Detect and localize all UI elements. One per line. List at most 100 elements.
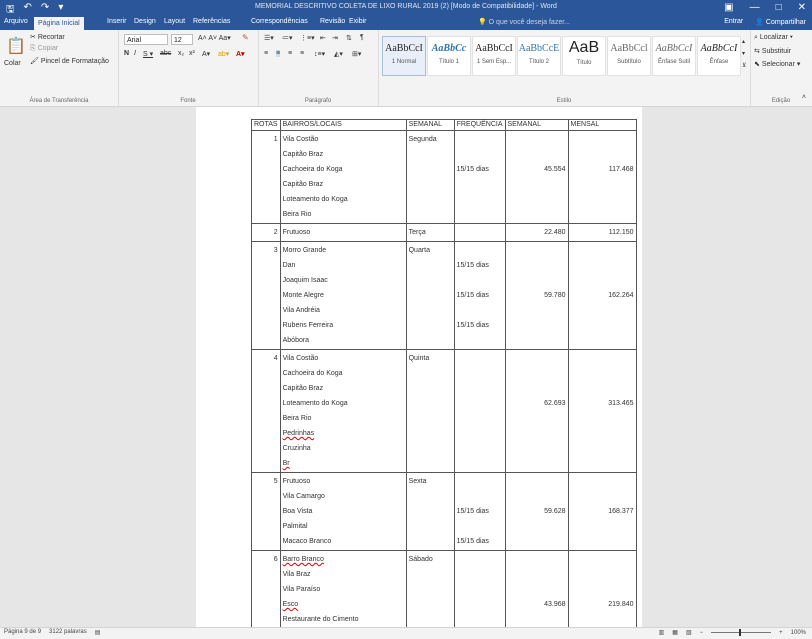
clear-formatting-icon[interactable]: ✎ <box>242 33 249 42</box>
align-center-icon[interactable]: ≡ <box>276 50 281 57</box>
bairro-item: Vila Paraíso <box>282 586 321 593</box>
frequencia-blank <box>457 177 503 192</box>
frequencia-blank <box>457 519 503 534</box>
font-size-select[interactable]: 12 <box>171 34 193 45</box>
strikethrough-button[interactable]: abc <box>160 50 171 57</box>
shading-icon[interactable]: ◭▾ <box>334 50 343 58</box>
styles-scroll-up-icon[interactable]: ▴ <box>742 38 745 45</box>
share-button[interactable]: 👤 Compartilhar <box>755 18 806 26</box>
tab-exibir[interactable]: Exibir <box>349 18 367 25</box>
tab-pagina-inicial[interactable]: Página Inicial <box>34 17 84 30</box>
zoom-in-icon[interactable]: + <box>779 630 783 636</box>
share-label: Compartilhar <box>765 19 806 26</box>
style-enfase[interactable]: AaBbCcI Ênfase <box>697 36 741 76</box>
value-blank <box>571 567 634 582</box>
tab-design[interactable]: Design <box>134 18 156 25</box>
paste-button[interactable]: Colar <box>4 60 21 67</box>
value-blank <box>571 303 634 318</box>
find-button[interactable]: ⌕ Localizar ▾ <box>754 34 793 42</box>
style-normal[interactable]: AaBbCcI 1 Normal <box>382 36 426 76</box>
text-effects-button[interactable]: A▾ <box>202 50 210 58</box>
word-count[interactable]: 3122 palavras <box>49 629 87 636</box>
superscript-button[interactable]: x² <box>189 50 195 57</box>
maximize-icon[interactable]: □ <box>776 2 782 13</box>
style-sem-espacamento[interactable]: AaBbCcI 1 Sem Esp... <box>472 36 516 76</box>
bullets-icon[interactable]: ☰▾ <box>264 34 274 42</box>
borders-icon[interactable]: ⊞▾ <box>352 50 361 58</box>
styles-more-icon[interactable]: ⊻ <box>742 62 746 69</box>
tab-arquivo[interactable]: Arquivo <box>4 18 28 25</box>
minimize-icon[interactable]: — <box>750 2 760 13</box>
document-page[interactable]: ROTAS BAIRROS/LOCAIS SEMANAL FREQUÊNCIA … <box>196 107 642 627</box>
tab-layout[interactable]: Layout <box>164 18 185 25</box>
page-count[interactable]: Página 9 de 9 <box>4 629 41 636</box>
copy-button[interactable]: ⎘ Copiar <box>30 45 58 53</box>
km-semanal-value: 59.628 <box>544 508 566 515</box>
styles-group: AaBbCcI 1 Normal AaBbCc Título 1 AaBbCcI… <box>378 30 751 106</box>
frequencia: 15/15 dias 15/15 dias 15/15 dias <box>453 241 506 350</box>
window-controls: ▣ — □ ✕ <box>724 2 806 13</box>
value-blank <box>571 489 634 504</box>
show-marks-icon[interactable]: ¶ <box>360 34 364 41</box>
zoom-out-icon[interactable]: − <box>700 630 704 636</box>
font-name-select[interactable]: Arial <box>124 34 168 45</box>
format-painter-button[interactable]: 🖌 Pincel de Formatação <box>30 57 109 65</box>
justify-icon[interactable]: ≡ <box>300 50 304 57</box>
frequencia-blank <box>457 381 503 396</box>
read-mode-icon[interactable]: ▥ <box>659 629 665 636</box>
ribbon-display-options-icon[interactable]: ▣ <box>724 2 733 13</box>
font-color-icon[interactable]: A▾ <box>236 50 245 58</box>
style-name: Subtítulo <box>617 59 641 65</box>
print-layout-icon[interactable]: ▦ <box>672 629 678 636</box>
bairros-list: Frutuoso Vila Camargo Boa Vista Palmital Mac… <box>279 472 407 551</box>
km-mensal: 168.377 <box>567 472 637 551</box>
highlight-icon[interactable]: ab▾ <box>218 50 229 58</box>
value-blank <box>571 456 634 471</box>
cut-button[interactable]: ✂ Recortar <box>30 33 65 41</box>
style-titulo[interactable]: AaB Título <box>562 36 606 76</box>
tab-inserir[interactable]: Inserir <box>107 18 126 25</box>
select-button[interactable]: ⬉ Selecionar ▾ <box>754 60 800 68</box>
decrease-indent-icon[interactable]: ⇤ <box>320 34 326 42</box>
document-area[interactable]: ROTAS BAIRROS/LOCAIS SEMANAL FREQUÊNCIA … <box>0 107 812 627</box>
frequencia-text: 15/15 dias <box>456 538 489 545</box>
proofing-icon[interactable]: ▤ <box>95 629 101 636</box>
align-left-icon[interactable]: ≡ <box>264 50 268 57</box>
sign-in-link[interactable]: Entrar <box>724 18 743 26</box>
styles-scroll-down-icon[interactable]: ▾ <box>742 50 745 57</box>
bairros-list: Frutuoso <box>279 223 407 242</box>
frequencia-blank <box>457 366 503 381</box>
web-layout-icon[interactable]: ▧ <box>686 629 692 636</box>
tab-referencias[interactable]: Referências <box>193 18 230 25</box>
style-subtitulo[interactable]: AaBbCcl Subtítulo <box>607 36 651 76</box>
line-spacing-icon[interactable]: ↕≡▾ <box>314 50 325 58</box>
italic-button[interactable]: I <box>134 50 136 57</box>
title-bar: 🖫 ↶ ↷ ▾ MEMORIAL DESCRITIVO COLETA DE LI… <box>0 0 812 16</box>
underline-button[interactable]: S ▾ <box>143 50 153 58</box>
increase-indent-icon[interactable]: ⇥ <box>332 34 338 42</box>
value-blank <box>508 177 566 192</box>
sort-icon[interactable]: ⇅ <box>346 34 352 42</box>
grow-shrink-font-buttons[interactable]: A˄ A˅ Aa▾ <box>198 34 231 42</box>
align-right-icon[interactable]: ≡ <box>288 50 292 57</box>
paste-icon[interactable]: 📋 <box>6 36 26 56</box>
style-titulo-1[interactable]: AaBbCc Título 1 <box>427 36 471 76</box>
numbering-icon[interactable]: ≔▾ <box>282 34 293 42</box>
dia-semana: Sábado <box>405 550 455 627</box>
frequencia-blank <box>457 192 503 207</box>
zoom-slider[interactable] <box>711 629 772 636</box>
zoom-level[interactable]: 100% <box>791 630 806 636</box>
bold-button[interactable]: N <box>124 50 129 57</box>
close-icon[interactable]: ✕ <box>798 2 806 13</box>
tell-me-box[interactable]: 💡 O que você deseja fazer... <box>478 18 570 26</box>
style-titulo-2[interactable]: AaBbCcE Título 2 <box>517 36 561 76</box>
subscript-button[interactable]: x₂ <box>178 50 184 57</box>
collapse-ribbon-icon[interactable]: ˄ <box>802 94 806 101</box>
zoom-slider-thumb[interactable] <box>739 629 742 636</box>
tab-revisao[interactable]: Revisão <box>320 18 345 25</box>
style-name: 1 Sem Esp... <box>476 59 512 65</box>
multilevel-list-icon[interactable]: ⋮≡▾ <box>300 34 315 42</box>
style-enfase-sutil[interactable]: AaBbCcI Ênfase Sutil <box>652 36 696 76</box>
replace-button[interactable]: ⇆ Substituir <box>754 47 791 55</box>
tab-correspondencias[interactable]: Correspondências <box>251 18 308 25</box>
